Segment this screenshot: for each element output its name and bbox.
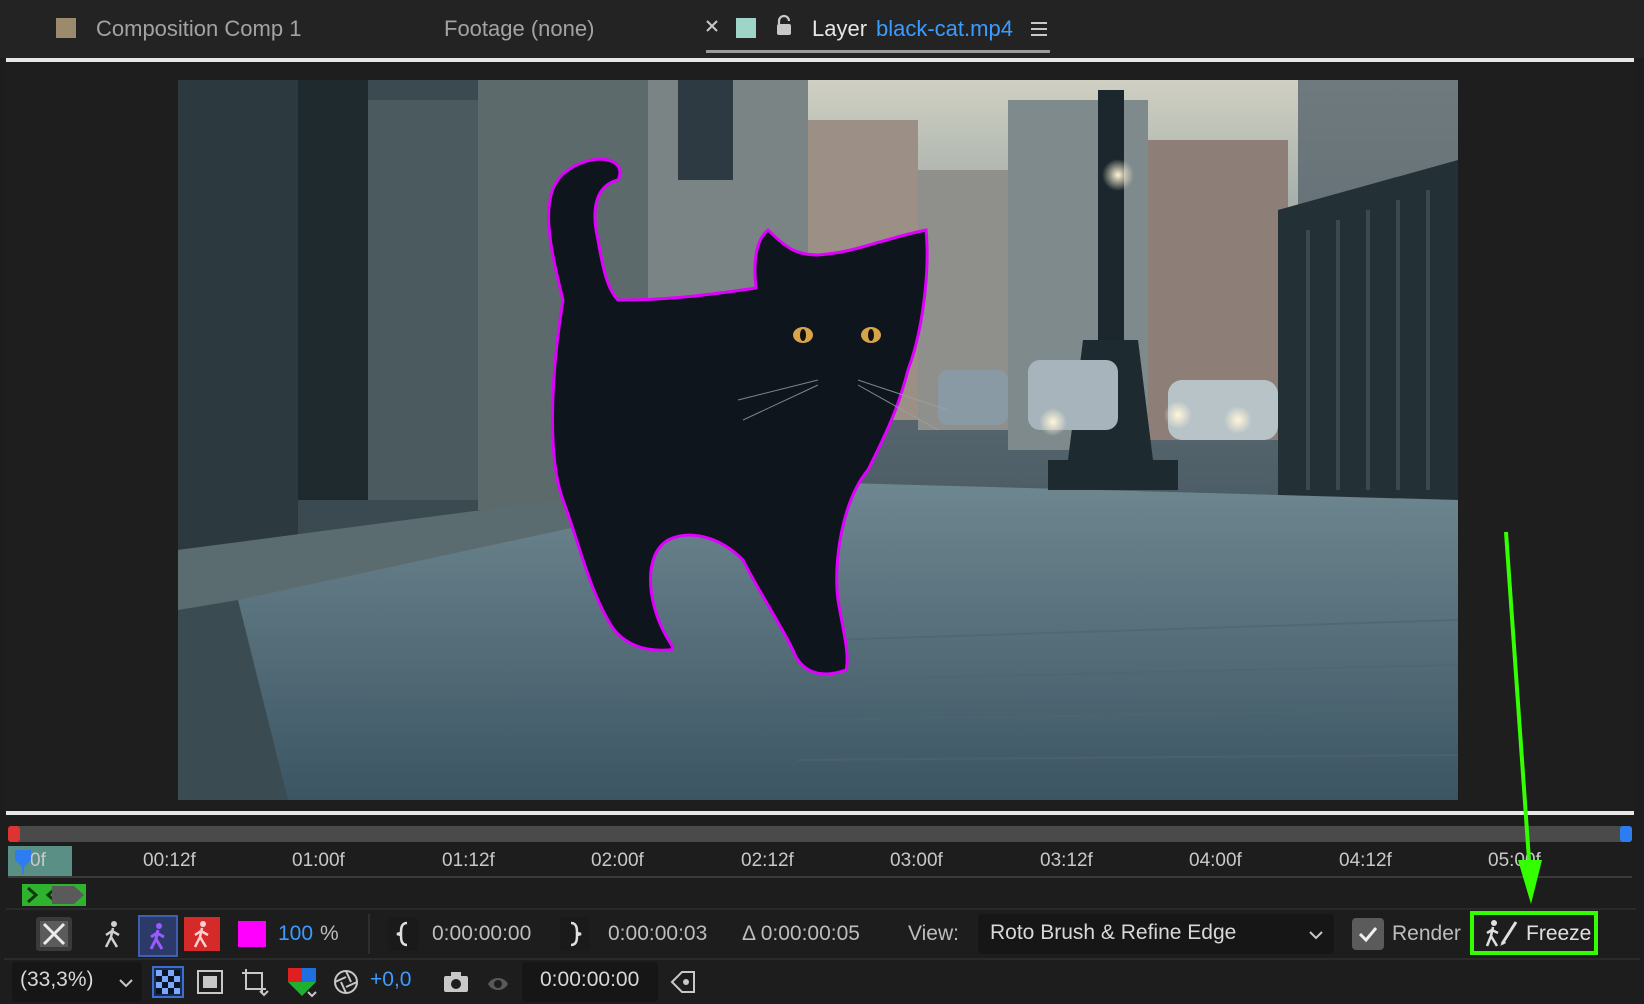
composition-color-swatch bbox=[56, 18, 76, 38]
set-in-point-icon[interactable] bbox=[388, 917, 418, 951]
timeline-divider bbox=[6, 908, 1636, 910]
freeze-icon[interactable] bbox=[1484, 918, 1520, 948]
freeze-button[interactable]: Freeze bbox=[1526, 922, 1591, 946]
exposure-value[interactable]: +0,0 bbox=[370, 968, 411, 992]
tick-label: 00:12f bbox=[143, 850, 196, 871]
lock-icon[interactable] bbox=[774, 14, 794, 38]
video-frame[interactable] bbox=[178, 80, 1458, 800]
tick-label: 03:00f bbox=[890, 850, 943, 871]
transparency-grid-icon[interactable] bbox=[152, 966, 184, 998]
tick-label: 03:12f bbox=[1040, 850, 1093, 871]
magnification-value: (33,3%) bbox=[20, 968, 94, 991]
annotation-arrow-icon bbox=[1488, 530, 1548, 906]
tick-label: 02:00f bbox=[591, 850, 644, 871]
render-label[interactable]: Render bbox=[1392, 922, 1461, 946]
active-tab-underline bbox=[706, 50, 1050, 53]
panel-border-top bbox=[6, 58, 1634, 62]
viewer-divider bbox=[6, 811, 1634, 815]
work-area-start-handle[interactable] bbox=[8, 826, 20, 842]
toggle-alpha-icon[interactable] bbox=[36, 917, 72, 951]
pin-keyframe-icon[interactable] bbox=[666, 966, 700, 998]
mask-visibility-icon[interactable] bbox=[194, 966, 226, 998]
layer-color-swatch bbox=[736, 18, 756, 38]
reset-exposure-icon[interactable] bbox=[330, 966, 362, 998]
tick-label: 01:12f bbox=[442, 850, 495, 871]
in-point-timecode[interactable]: 0:00:00:00 bbox=[432, 922, 531, 946]
hamburger-menu-icon[interactable] bbox=[1030, 21, 1048, 37]
tab-footage[interactable]: Footage (none) bbox=[444, 16, 594, 42]
mask-color-swatch[interactable] bbox=[238, 921, 266, 947]
out-point-timecode[interactable]: 0:00:00:03 bbox=[608, 922, 707, 946]
overlay-opacity-unit: % bbox=[320, 922, 339, 945]
tick-label: 04:12f bbox=[1339, 850, 1392, 871]
region-of-interest-icon[interactable] bbox=[238, 964, 272, 1000]
show-snapshot-icon[interactable] bbox=[482, 966, 514, 998]
chevron-down-icon[interactable] bbox=[118, 976, 134, 988]
playhead-icon[interactable] bbox=[13, 848, 33, 874]
view-label: View: bbox=[908, 922, 959, 945]
current-timecode: 0:00:00:00 bbox=[540, 968, 640, 991]
foreground-mode-icon[interactable] bbox=[138, 915, 178, 957]
toolbar-divider bbox=[4, 958, 1640, 960]
toolbar-separator bbox=[368, 914, 370, 954]
roto-brush-tool-icon[interactable] bbox=[98, 917, 128, 951]
tick-label: 02:12f bbox=[741, 850, 794, 871]
render-checkbox[interactable] bbox=[1352, 918, 1384, 950]
roto-span-bar[interactable] bbox=[22, 884, 86, 906]
snapshot-camera-icon[interactable] bbox=[440, 966, 472, 998]
duration-timecode: Δ 0:00:00:05 bbox=[742, 922, 860, 945]
background-mode-icon[interactable] bbox=[184, 917, 220, 951]
tab-layer-prefix[interactable]: Layer bbox=[812, 16, 867, 42]
close-icon[interactable] bbox=[704, 18, 720, 34]
view-dropdown-value: Roto Brush & Refine Edge bbox=[990, 921, 1237, 944]
show-channel-icon[interactable] bbox=[284, 964, 320, 1000]
work-area-end-handle[interactable] bbox=[1620, 826, 1632, 842]
chevron-down-icon[interactable] bbox=[1308, 928, 1324, 940]
overlay-opacity-value[interactable]: 100 bbox=[278, 922, 313, 946]
tick-label: 01:00f bbox=[292, 850, 345, 871]
tab-composition[interactable]: Composition Comp 1 bbox=[96, 16, 301, 42]
tab-layer-name[interactable]: black-cat.mp4 bbox=[876, 16, 1013, 42]
tick-label: 04:00f bbox=[1189, 850, 1242, 871]
ruler-baseline bbox=[8, 876, 1632, 878]
work-area-bar[interactable] bbox=[8, 826, 1632, 842]
set-out-point-icon[interactable] bbox=[560, 917, 590, 951]
